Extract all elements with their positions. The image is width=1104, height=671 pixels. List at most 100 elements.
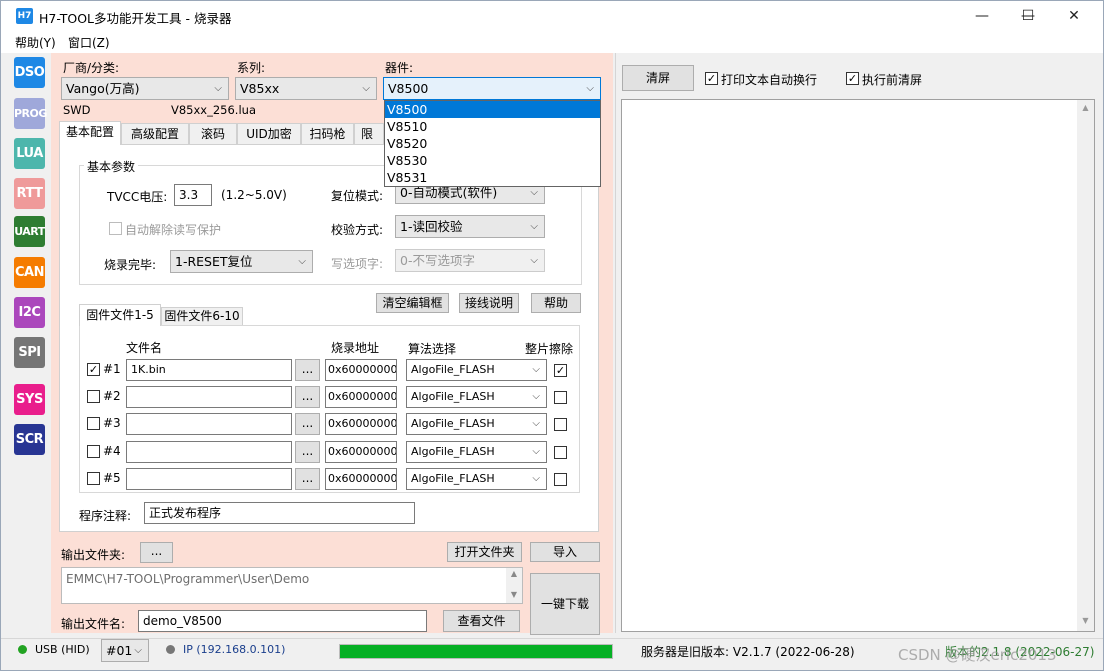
clear-before-run-label: 执行前清屏 [862,73,923,87]
clear-screen-button[interactable]: 清屏 [622,65,694,91]
help-button[interactable]: 帮助 [531,293,581,313]
series-select[interactable]: V85xx ⌵ [235,77,377,100]
tab-rolling-code[interactable]: 滚码 [189,123,237,145]
sidebar-can-button[interactable]: CAN [14,257,45,288]
algorithm-select[interactable]: AlgoFile_FLASH ⌵ [406,468,547,490]
clear-editor-button[interactable]: 清空编辑框 [376,293,449,313]
log-output[interactable]: ▲ ▼ [621,99,1095,632]
algorithm-select[interactable]: AlgoFile_FLASH ⌵ [406,413,547,435]
minimize-button[interactable]: — [959,1,1005,31]
device-option[interactable]: V8510 [385,118,600,135]
maximize-button[interactable]: ☐ [1005,1,1051,31]
chip-erase-checkbox[interactable]: ✓ [554,364,567,377]
burn-address-input[interactable]: 0x60000000 [325,468,397,490]
file-enable-checkbox[interactable] [87,472,100,485]
device-option[interactable]: V8520 [385,135,600,152]
tab-firmware-1-5[interactable]: 固件文件1-5 [79,304,161,326]
clear-before-run-checkbox[interactable]: ✓ [846,72,859,85]
file-browse-button[interactable]: ... [295,386,320,408]
output-path-text: EMMC\H7-TOOL\Programmer\User\Demo [66,572,310,586]
algorithm-select[interactable]: AlgoFile_FLASH ⌵ [406,441,547,463]
tab-limit[interactable]: 限制 [354,123,384,145]
file-browse-button[interactable]: ... [295,441,320,463]
file-row-id: #5 [103,471,121,485]
tab-advanced-config[interactable]: 高级配置 [121,123,189,145]
algorithm-select[interactable]: AlgoFile_FLASH ⌵ [406,386,547,408]
file-browse-button[interactable]: ... [295,359,320,381]
file-enable-checkbox[interactable]: ✓ [87,363,100,376]
device-number-select[interactable]: #01 ⌵ [101,639,149,662]
download-progress [339,644,613,659]
output-path-box[interactable]: EMMC\H7-TOOL\Programmer\User\Demo ▲ ▼ [61,567,523,604]
file-enable-checkbox[interactable] [87,390,100,403]
sidebar-prog-button[interactable]: PROG [14,98,47,129]
chip-erase-checkbox[interactable] [554,446,567,459]
sidebar-spi-button[interactable]: SPI [14,337,45,368]
chip-erase-checkbox[interactable] [554,418,567,431]
burn-address-input[interactable]: 0x60000000 [325,359,397,381]
verify-select-value: 1-读回校验 [400,219,463,234]
sidebar-lua-button[interactable]: LUA [14,138,45,169]
menu-window[interactable]: 窗口(Z) [68,34,110,51]
sidebar-uart-button[interactable]: UART [14,216,45,247]
file-enable-checkbox[interactable] [87,417,100,430]
device-option[interactable]: V8500 [385,101,600,118]
menu-help[interactable]: 帮助(Y) [15,34,56,51]
notes-input[interactable]: 正式发布程序 [144,502,415,524]
scroll-up-icon[interactable]: ▲ [1077,100,1094,116]
scroll-down-icon[interactable]: ▼ [1077,613,1094,629]
title-bar: H7 H7-TOOL多功能开发工具 - 烧录器 — — [1,1,1103,31]
output-name-input[interactable]: demo_V8500 [138,610,427,632]
algorithm-select[interactable]: AlgoFile_FLASH ⌵ [406,359,547,381]
server-version-text: 服务器是旧版本: V2.1.7 (2022-06-28) [641,645,855,659]
file-name-input[interactable] [126,386,292,408]
device-option[interactable]: V8530 [385,152,600,169]
sidebar-sys-button[interactable]: SYS [14,384,45,415]
open-folder-button[interactable]: 打开文件夹 [447,542,522,562]
option-bytes-label: 写选项字: [331,257,384,271]
auto-wrap-checkbox[interactable]: ✓ [705,72,718,85]
file-name-input[interactable] [126,413,292,435]
file-browse-button[interactable]: ... [295,468,320,490]
sidebar-rtt-button[interactable]: RTT [14,178,45,209]
tab-uid-encrypt[interactable]: UID加密 [237,123,301,145]
output-path-scrollbar[interactable]: ▲ ▼ [506,568,522,603]
usb-status-dot [18,645,27,654]
one-key-download-button[interactable]: 一键下载 [530,573,600,635]
output-folder-browse-button[interactable]: ... [140,542,173,563]
vendor-select[interactable]: Vango(万高) ⌵ [61,77,229,100]
file-enable-checkbox[interactable] [87,445,100,458]
option-bytes-select: 0-不写选项字 ⌵ [395,249,545,272]
device-select[interactable]: V8500 ⌵ [383,77,601,100]
verify-select[interactable]: 1-读回校验 ⌵ [395,215,545,238]
tvcc-input[interactable]: 3.3 [174,184,212,206]
view-file-button[interactable]: 查看文件 [443,610,520,632]
wiring-guide-button[interactable]: 接线说明 [459,293,519,313]
chip-erase-checkbox[interactable] [554,473,567,486]
finish-select[interactable]: 1-RESET复位 ⌵ [170,250,313,273]
tvcc-range-text: (1.2~5.0V) [221,188,287,202]
basic-params-title: 基本参数 [84,158,139,175]
close-button[interactable]: ✕ [1051,1,1097,31]
burn-address-input[interactable]: 0x60000000 [325,386,397,408]
sidebar-dso-button[interactable]: DSO [14,57,45,88]
import-button[interactable]: 导入 [530,542,600,562]
tab-basic-config[interactable]: 基本配置 [59,121,121,145]
burn-address-input[interactable]: 0x60000000 [325,413,397,435]
algorithm-select-value: AlgoFile_FLASH [411,472,495,485]
device-option[interactable]: V8531 [385,169,600,186]
chip-erase-checkbox[interactable] [554,391,567,404]
file-name-input[interactable] [126,468,292,490]
scroll-down-icon[interactable]: ▼ [506,589,522,601]
auto-unlock-checkbox[interactable] [109,222,122,235]
burn-address-input[interactable]: 0x60000000 [325,441,397,463]
log-scrollbar[interactable]: ▲ ▼ [1077,100,1094,631]
scroll-up-icon[interactable]: ▲ [506,568,522,580]
file-browse-button[interactable]: ... [295,413,320,435]
sidebar-i2c-button[interactable]: I2C [14,297,45,328]
tab-firmware-6-10[interactable]: 固件文件6-10 [161,307,243,326]
file-name-input[interactable] [126,441,292,463]
file-name-input[interactable]: 1K.bin [126,359,292,381]
sidebar-scr-button[interactable]: SCR [14,424,45,455]
tab-scanner[interactable]: 扫码枪 [301,123,354,145]
